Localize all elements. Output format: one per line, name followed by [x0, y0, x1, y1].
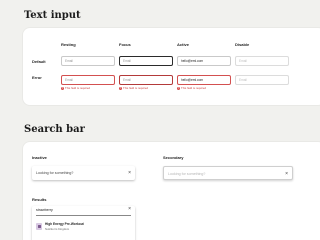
- inactive-search-bar[interactable]: Looking for something? ×: [32, 166, 135, 180]
- text-input-card: Resting Focus Active Disable Default Ema…: [23, 28, 320, 105]
- secondary-search-bar[interactable]: Looking for something? ×: [163, 166, 293, 180]
- default-active-input[interactable]: hello@eml.com: [177, 56, 231, 66]
- error-focus-input[interactable]: Email: [119, 75, 173, 85]
- col-disable: Disable: [235, 42, 250, 47]
- secondary-search-placeholder: Looking for something?: [168, 172, 206, 176]
- product-thumbnail-icon: [36, 223, 42, 230]
- default-focus-input[interactable]: Email: [119, 56, 173, 66]
- search-bar-title: Search bar: [24, 124, 85, 135]
- inactive-search-placeholder: Looking for something?: [36, 171, 74, 175]
- error-message-resting: ! This field is required: [61, 86, 91, 90]
- error-icon: !: [119, 86, 122, 90]
- close-icon[interactable]: ×: [128, 166, 131, 180]
- secondary-label: Secondary: [163, 155, 184, 160]
- results-divider: [36, 215, 131, 216]
- results-dropdown: strawberry × High Energy Pre-Workout Nut…: [32, 206, 135, 240]
- col-focus: Focus: [119, 42, 131, 47]
- error-message-focus: ! This field is required: [119, 86, 149, 90]
- result-item-subtitle: Nutrition's Kingdom: [45, 227, 70, 231]
- search-bar-card: Inactive Looking for something? × Second…: [23, 142, 320, 240]
- row-error-label: Error: [32, 75, 42, 80]
- error-icon: !: [177, 86, 180, 90]
- default-disabled-input: Email: [235, 56, 289, 66]
- col-active: Active: [177, 42, 190, 47]
- error-icon: !: [61, 86, 64, 90]
- result-item-title[interactable]: High Energy Pre-Workout: [45, 222, 84, 226]
- results-query[interactable]: strawberry: [36, 208, 53, 212]
- close-icon[interactable]: ×: [128, 206, 131, 212]
- error-disabled-input: Email: [235, 75, 289, 85]
- row-default-label: Default: [32, 59, 46, 64]
- error-message-active: ! This field is required: [177, 86, 207, 90]
- col-resting: Resting: [61, 42, 76, 47]
- inactive-label: Inactive: [32, 155, 47, 160]
- results-label: Results: [32, 197, 47, 202]
- default-resting-input[interactable]: Email: [61, 56, 115, 66]
- error-active-input[interactable]: hello@eml.com: [177, 75, 231, 85]
- close-icon[interactable]: ×: [285, 167, 288, 181]
- text-input-title: Text input: [24, 10, 81, 21]
- error-resting-input[interactable]: Email: [61, 75, 115, 85]
